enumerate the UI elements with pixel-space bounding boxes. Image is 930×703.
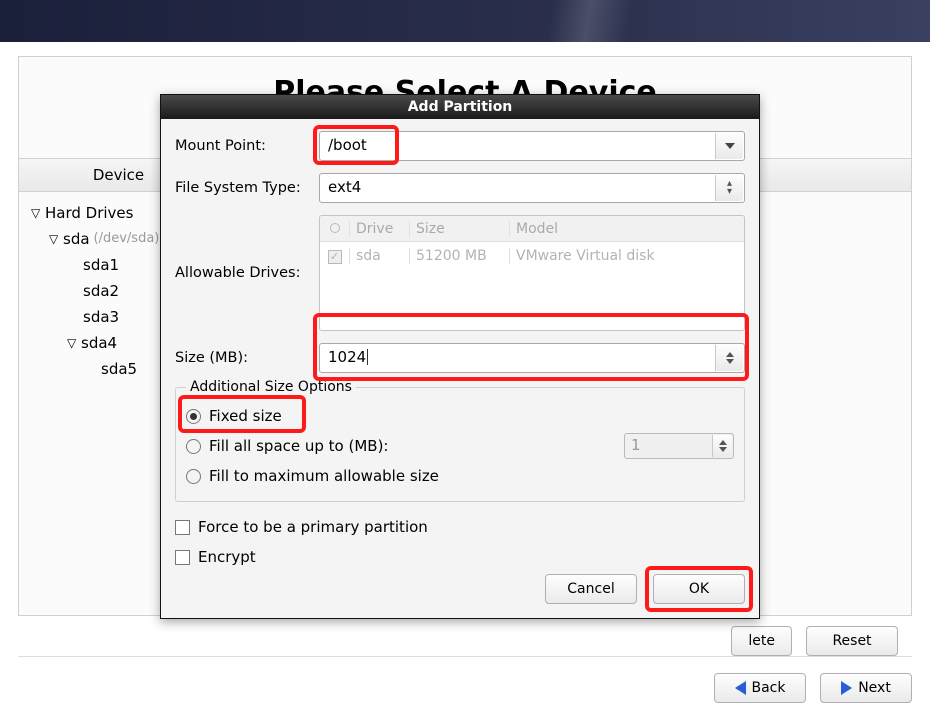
chevron-down-icon[interactable] (715, 133, 743, 159)
mount-point-label: Mount Point: (175, 138, 319, 154)
fs-type-combo[interactable]: ext4 ▴▾ (319, 173, 745, 203)
radio-icon[interactable] (186, 469, 201, 484)
updown-icon[interactable]: ▴▾ (715, 175, 743, 201)
drives-header-row: Drive Size Model (320, 216, 744, 242)
arrow-right-icon (841, 681, 852, 695)
reset-button[interactable]: Reset (806, 626, 898, 656)
radio-icon[interactable] (186, 439, 201, 454)
expand-icon[interactable]: ▽ (49, 226, 63, 252)
drive-checkbox[interactable] (328, 250, 342, 264)
ok-button[interactable]: OK (653, 574, 745, 604)
tree-label: Hard Drives (45, 200, 133, 226)
spinner-icon[interactable] (715, 345, 743, 371)
tree-label: sda3 (83, 304, 119, 330)
additional-size-options: Additional Size Options Fixed size Fill … (175, 379, 745, 502)
cancel-button[interactable]: Cancel (545, 574, 637, 604)
radio-fill-up-to[interactable]: Fill all space up to (MB): 1 (186, 431, 734, 461)
checkbox-icon[interactable] (175, 520, 190, 535)
expand-icon[interactable]: ▽ (67, 330, 81, 356)
force-primary-checkbox[interactable]: Force to be a primary partition (175, 512, 745, 542)
tree-label: sda5 (101, 356, 137, 382)
fill-up-to-input: 1 (624, 433, 734, 459)
fs-type-value: ext4 (328, 178, 361, 196)
checkbox-label: Force to be a primary partition (198, 518, 428, 536)
tree-label: sda2 (83, 278, 119, 304)
drive-model: VMware Virtual disk (510, 248, 744, 264)
options-legend: Additional Size Options (186, 379, 356, 395)
drive-size: 51200 MB (410, 248, 510, 264)
column-header-select[interactable] (320, 221, 350, 237)
radio-label: Fill all space up to (MB): (209, 437, 389, 455)
radio-fill-max[interactable]: Fill to maximum allowable size (186, 461, 734, 491)
dialog-title: Add Partition (161, 95, 759, 119)
spinner-icon (712, 435, 732, 457)
delete-button[interactable]: lete (731, 626, 792, 656)
drive-row-sda[interactable]: sda 51200 MB VMware Virtual disk (320, 242, 744, 270)
back-button[interactable]: Back (714, 673, 806, 703)
drive-name: sda (350, 248, 410, 264)
radio-icon[interactable] (186, 409, 201, 424)
checkbox-icon[interactable] (175, 550, 190, 565)
tree-label: sda4 (81, 330, 117, 356)
tree-hint: (/dev/sda) (94, 226, 160, 252)
tree-label: sda1 (83, 252, 119, 278)
radio-label: Fill to maximum allowable size (209, 467, 439, 485)
column-header-drive[interactable]: Drive (350, 221, 410, 237)
radio-label: Fixed size (209, 407, 282, 425)
add-partition-dialog: Add Partition Mount Point: /boot File Sy… (160, 94, 760, 619)
size-label: Size (MB): (175, 350, 319, 366)
next-button[interactable]: Next (820, 673, 912, 703)
tree-label: sda (63, 226, 90, 252)
arrow-left-icon (735, 681, 746, 695)
column-header-size[interactable]: Size (410, 221, 510, 237)
dialog-button-row: Cancel OK (175, 572, 745, 608)
column-header-model[interactable]: Model (510, 221, 744, 237)
expand-icon[interactable]: ▽ (31, 200, 45, 226)
radio-fixed-size[interactable]: Fixed size (186, 401, 734, 431)
size-value: 1024 (328, 348, 366, 366)
size-input[interactable]: 1024 (319, 343, 745, 373)
encrypt-checkbox[interactable]: Encrypt (175, 542, 745, 572)
checkbox-label: Encrypt (198, 548, 256, 566)
mount-point-value: /boot (328, 136, 367, 154)
fs-type-label: File System Type: (175, 180, 319, 196)
nav-button-row: Back Next (0, 657, 930, 703)
installer-header-stripe (0, 0, 930, 42)
allowable-drives-label: Allowable Drives: (175, 265, 319, 281)
mount-point-combo[interactable]: /boot (319, 131, 745, 161)
allowable-drives-table[interactable]: Drive Size Model sda 51200 MB VMware Vir… (319, 215, 745, 331)
